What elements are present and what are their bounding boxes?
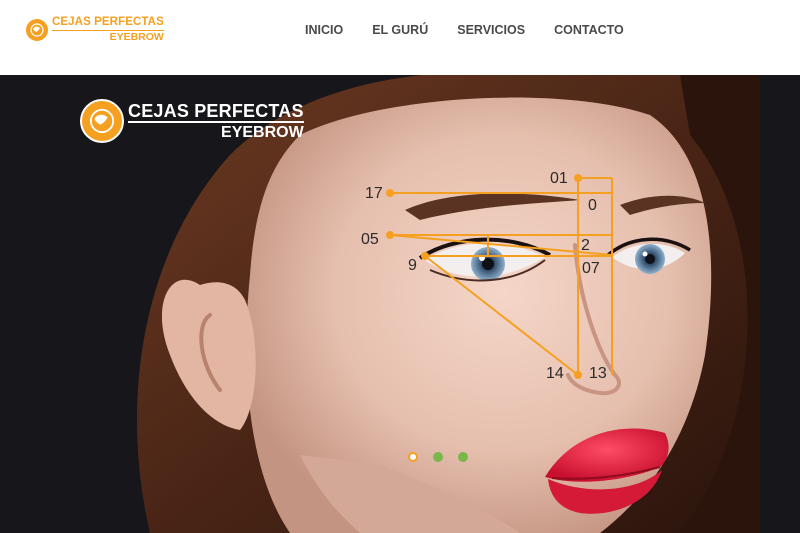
- measurement-label: 07: [582, 260, 600, 277]
- main-nav: INICIO EL GURÚ SERVICIOS CONTACTO: [305, 23, 653, 37]
- measurement-label: 05: [361, 231, 379, 248]
- nav-item-servicios[interactable]: SERVICIOS: [457, 23, 525, 37]
- measurement-label: 0: [588, 197, 597, 214]
- nav-item-inicio[interactable]: INICIO: [305, 23, 343, 37]
- hero-slider: CEJAS PERFECTAS EYEBROW 01 17 0 05 2 9 0…: [0, 75, 800, 533]
- hero-logo-title: CEJAS PERFECTAS: [128, 100, 304, 121]
- hero-logo-subtitle: EYEBROW: [221, 123, 304, 141]
- carousel-dot-2[interactable]: [433, 452, 443, 462]
- measurement-label: 14: [546, 365, 564, 382]
- globe-brow-icon: [26, 18, 48, 41]
- measurement-label: 01: [550, 170, 568, 187]
- measurement-label: 2: [581, 237, 590, 254]
- carousel-dot-3[interactable]: [458, 452, 468, 462]
- measurement-label: 9: [408, 257, 417, 274]
- carousel-dot-1[interactable]: [408, 452, 418, 462]
- logo-subtitle: EYEBROW: [109, 30, 164, 43]
- hero-photo: [0, 75, 800, 533]
- hero-logo-divider: [128, 120, 304, 123]
- header-logo[interactable]: CEJAS PERFECTAS EYEBROW: [26, 16, 164, 43]
- logo-title: CEJAS PERFECTAS: [52, 16, 164, 28]
- globe-brow-icon: [80, 99, 124, 143]
- measurement-label: 13: [589, 365, 607, 382]
- carousel-indicators: [408, 452, 483, 462]
- measurement-label: 17: [365, 185, 383, 202]
- site-header: CEJAS PERFECTAS EYEBROW INICIO EL GURÚ S…: [0, 0, 800, 75]
- hero-logo: CEJAS PERFECTAS EYEBROW: [80, 99, 304, 143]
- nav-item-contacto[interactable]: CONTACTO: [554, 23, 624, 37]
- nav-item-el-guru[interactable]: EL GURÚ: [372, 23, 428, 37]
